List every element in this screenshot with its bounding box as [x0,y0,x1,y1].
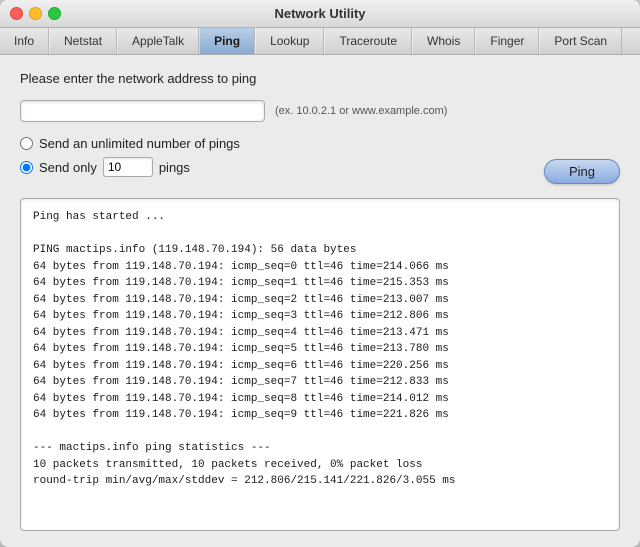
unlimited-radio[interactable] [20,137,33,150]
close-button[interactable] [10,7,23,20]
window-title: Network Utility [274,6,365,21]
address-hint: (ex. 10.0.2.1 or www.example.com) [275,105,447,117]
tab-whois[interactable]: Whois [412,28,475,54]
main-window: Network Utility Info Netstat AppleTalk P… [0,0,640,547]
tab-traceroute[interactable]: Traceroute [324,28,412,54]
tab-lookup[interactable]: Lookup [255,28,324,54]
prompt-label: Please enter the network address to ping [20,71,620,86]
traffic-lights [10,7,61,20]
tab-finger[interactable]: Finger [475,28,539,54]
maximize-button[interactable] [48,7,61,20]
unlimited-label: Send an unlimited number of pings [39,136,240,151]
ping-button[interactable]: Ping [544,159,620,184]
tab-appletalk[interactable]: AppleTalk [117,28,199,54]
tab-ping[interactable]: Ping [199,28,255,54]
tab-netstat[interactable]: Netstat [49,28,117,54]
tab-port-scan[interactable]: Port Scan [539,28,622,54]
tab-bar: Info Netstat AppleTalk Ping Lookup Trace… [0,28,640,55]
unlimited-pings-row: Send an unlimited number of pings [20,136,620,151]
address-row: (ex. 10.0.2.1 or www.example.com) [20,100,620,122]
titlebar: Network Utility [0,0,640,28]
minimize-button[interactable] [29,7,42,20]
ping-button-row: Ping [20,159,620,184]
tab-info[interactable]: Info [0,28,49,54]
output-area: Ping has started ... PING mactips.info (… [20,198,620,531]
address-input[interactable] [20,100,265,122]
ping-panel: Please enter the network address to ping… [0,55,640,547]
